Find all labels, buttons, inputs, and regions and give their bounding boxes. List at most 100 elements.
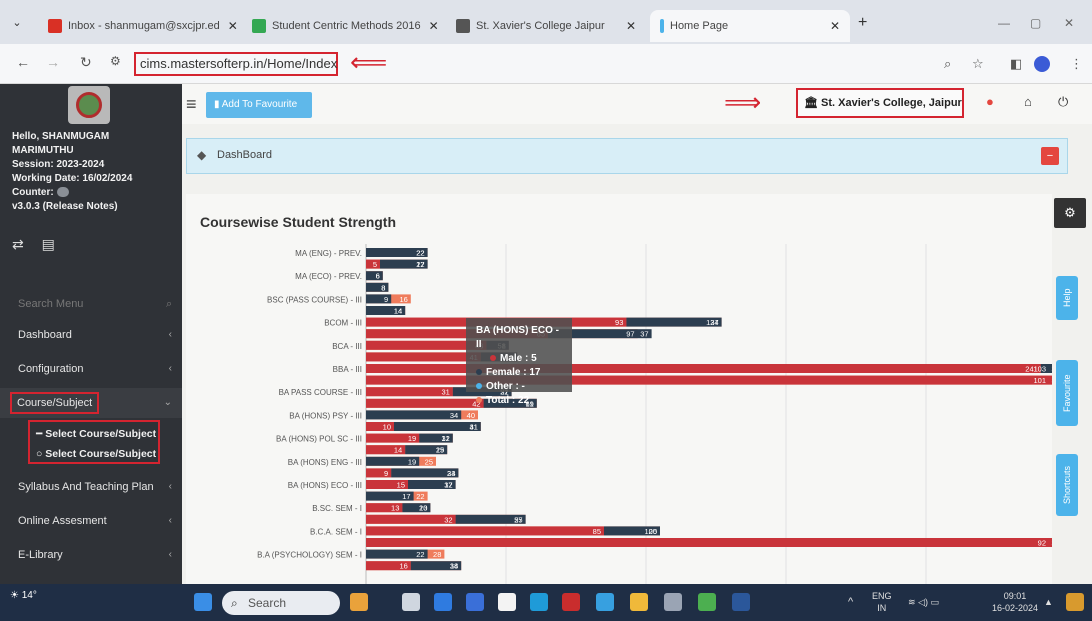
taskbar-search-input[interactable]: ⌕ Search	[222, 591, 340, 615]
category-label: B.C.A. SEM - I	[310, 527, 362, 536]
teams-icon[interactable]	[434, 593, 452, 611]
help-tab[interactable]: Help	[1056, 276, 1078, 320]
data-label: 93	[615, 318, 623, 327]
data-label: 344	[1051, 365, 1052, 374]
submenu-item-select-course[interactable]: ━ Select Course/Subject	[36, 428, 156, 440]
search-menu-input[interactable]: Search Menu	[18, 298, 83, 310]
hamburger-menu-icon[interactable]: ≡	[186, 94, 197, 115]
sidebar-item-e-library[interactable]: E-Library ‹	[0, 540, 182, 570]
sidepanel-icon[interactable]: ◧	[1010, 56, 1022, 72]
chevron-up-icon[interactable]: ^	[848, 596, 853, 608]
power-icon[interactable]: ⏻	[1058, 94, 1068, 110]
forward-icon[interactable]: →	[46, 54, 60, 70]
college-name: 🏛 St. Xavier's College, Jaipur	[796, 88, 964, 118]
submenu-item-select-course-alt[interactable]: ○ Select Course/Subject	[36, 448, 156, 460]
refresh-icon[interactable]: ⇄	[12, 236, 24, 252]
weather-widget[interactable]: ☀ 14°	[10, 590, 37, 601]
site-settings-icon[interactable]: ⚙	[110, 54, 121, 68]
data-label: 6	[376, 272, 380, 281]
settings-gear-icon[interactable]: ⚙	[1054, 198, 1086, 228]
app-icon[interactable]	[498, 593, 516, 611]
edge-icon[interactable]	[596, 593, 614, 611]
bar-male	[366, 387, 453, 397]
tab-search-icon[interactable]: ⌄	[8, 14, 26, 32]
shortcuts-tab[interactable]: Shortcuts	[1056, 454, 1078, 516]
data-label: 385	[1051, 539, 1052, 548]
search-icon: ⌕	[231, 596, 238, 610]
data-label: 17	[402, 492, 410, 501]
back-icon[interactable]: ←	[16, 54, 30, 70]
browser-menu-icon[interactable]: ⋮	[1070, 56, 1083, 72]
task-view-icon[interactable]	[402, 593, 420, 611]
zoom-icon[interactable]: ⌕	[944, 56, 951, 72]
page-icon	[660, 19, 664, 33]
bar-male	[366, 352, 481, 362]
close-icon[interactable]: ✕	[220, 19, 238, 33]
sidebar-item-online-assesment[interactable]: Online Assesment ‹	[0, 506, 182, 536]
close-icon[interactable]: ✕	[618, 19, 636, 33]
data-label: 14	[394, 446, 402, 455]
data-label: 22	[416, 550, 424, 559]
home-icon[interactable]: ⌂	[1024, 94, 1032, 109]
data-label: 5	[373, 260, 377, 269]
sidebar-item-dashboard[interactable]: Dashboard ‹	[0, 320, 182, 350]
tab-home-page[interactable]: Home Page ✕	[650, 10, 850, 42]
clock[interactable]: 09:01 16-02-2024	[992, 590, 1038, 614]
bookmark-star-icon[interactable]: ☆	[972, 56, 984, 72]
close-icon[interactable]: ✕	[822, 19, 840, 33]
data-label: 41	[469, 423, 477, 432]
notification-bell-icon[interactable]: ●	[986, 94, 994, 109]
data-label: 16	[399, 295, 407, 304]
data-label: 14	[394, 307, 402, 316]
tab-college-site[interactable]: St. Xavier's College Jaipur ✕	[446, 10, 646, 42]
wifi-volume-battery-icon[interactable]: ≋ ◁) ▭	[908, 596, 939, 608]
file-explorer-icon[interactable]	[630, 593, 648, 611]
reload-icon[interactable]: ↻	[80, 54, 92, 71]
start-icon[interactable]	[194, 593, 212, 611]
data-label: 57	[514, 515, 522, 524]
category-label: BCA - III	[332, 342, 362, 351]
notification-icon[interactable]: ▲	[1044, 596, 1053, 608]
category-label: B.SC. SEM - I	[312, 504, 362, 513]
sidebar-item-course-subject[interactable]: Course/Subject ⌄	[0, 388, 182, 418]
app-icon[interactable]	[664, 593, 682, 611]
add-to-favourite-button[interactable]: ▮ Add To Favourite	[206, 92, 312, 118]
url-bar[interactable]: cims.mastersofterp.in/Home/Index	[134, 52, 338, 76]
restore-icon[interactable]: ▢	[1030, 16, 1041, 30]
coursewise-strength-chart: MA (ENG) - PREV. 22 22 5 17 22 MA (ECO) - PREV…	[257, 244, 1052, 584]
tab-student-centric[interactable]: Student Centric Methods 2016 ✕	[242, 10, 442, 42]
app-icon[interactable]	[530, 593, 548, 611]
data-label: 105	[644, 527, 657, 536]
data-label: 37	[640, 330, 648, 339]
category-label: BA PASS COURSE - III	[279, 388, 362, 397]
sidebar-item-syllabus[interactable]: Syllabus And Teaching Plan ‹	[0, 472, 182, 502]
search-icon[interactable]: ⌕	[166, 298, 172, 311]
window-close-icon[interactable]: ✕	[1064, 16, 1074, 30]
app-icon[interactable]	[466, 593, 484, 611]
document-icon[interactable]: ▤	[42, 236, 55, 252]
minimize-icon[interactable]: —	[998, 16, 1010, 30]
annotation-arrow-right-icon: ⟹	[724, 87, 762, 117]
gmail-icon	[48, 19, 62, 33]
widgets-icon[interactable]	[350, 593, 368, 611]
mcafee-icon[interactable]	[562, 593, 580, 611]
new-tab-icon[interactable]: +	[858, 14, 867, 32]
category-label: BA (HONS) PSY - III	[289, 411, 362, 420]
release-notes-link[interactable]: v3.0.3 (Release Notes)	[12, 200, 132, 214]
site-icon	[456, 19, 470, 33]
category-label: BA (HONS) ECO - III	[288, 481, 362, 490]
close-icon[interactable]: ✕	[421, 19, 439, 33]
male-dot-icon	[490, 355, 496, 361]
profile-avatar[interactable]	[1034, 56, 1050, 72]
chrome-icon[interactable]	[698, 593, 716, 611]
language-indicator[interactable]: ENG IN	[872, 590, 892, 614]
word-icon[interactable]	[732, 593, 750, 611]
data-label: 22	[416, 260, 424, 269]
tab-inbox[interactable]: Inbox - shanmugam@sxcjpr.ed ✕	[38, 10, 240, 42]
chevron-left-icon: ‹	[168, 549, 172, 560]
data-label: 34	[450, 562, 458, 571]
favourite-tab[interactable]: Favourite	[1056, 360, 1078, 426]
copilot-icon[interactable]	[1066, 593, 1084, 611]
collapse-button[interactable]: −	[1041, 147, 1059, 165]
sidebar-item-configuration[interactable]: Configuration ‹	[0, 354, 182, 384]
